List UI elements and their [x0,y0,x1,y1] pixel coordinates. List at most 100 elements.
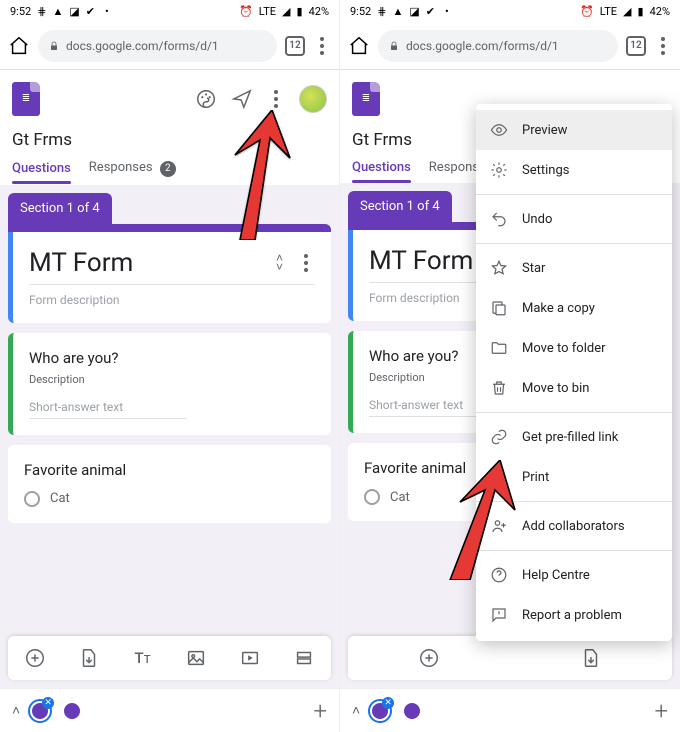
q2-title[interactable]: Favorite animal [24,461,315,479]
status-time: 9:52 [10,5,31,18]
left-screenshot: 9:52 ⋕ ▲ ◪ ✔ • ⏰ LTE ◢ ▮ 42% docs.google… [0,0,340,732]
video-icon[interactable] [239,647,261,669]
browser-menu-icon[interactable] [313,37,331,55]
menu-settings[interactable]: Settings [476,150,672,190]
question-toolbox [348,636,672,680]
network-label: LTE [259,5,276,18]
menu-move-folder[interactable]: Move to folder [476,328,672,368]
menu-copy[interactable]: Make a copy [476,288,672,328]
eye-icon [490,121,508,139]
menu-print[interactable]: Print [476,457,672,497]
open-tab-1[interactable]: ✕ [368,699,392,723]
gear-icon [490,161,508,179]
avatar[interactable] [299,85,327,113]
response-count-badge: 2 [160,161,176,177]
forms-header: ≣ Gt Frms Questions Responses 2 [0,70,339,185]
section-icon[interactable] [293,647,315,669]
close-tab-icon: ✕ [42,697,54,709]
tab-count[interactable]: 12 [285,36,305,56]
question-card-1[interactable]: Who are you? Description Short-answer te… [8,333,331,435]
tab-responses[interactable]: Responses 2 [89,160,176,185]
battery-icon: ▮ [297,5,303,18]
open-tab-1[interactable]: ✕ [28,699,52,723]
open-tab-2[interactable] [60,699,84,723]
form-title-input[interactable]: MT Form [29,248,276,278]
section-label[interactable]: Section 1 of 4 [8,193,112,224]
undo-icon [490,210,508,228]
menu-report[interactable]: Report a problem [476,595,672,635]
print-icon [490,468,508,486]
url-text: docs.google.com/forms/d/1 [66,39,219,53]
radio-icon [364,489,380,505]
tab-count[interactable]: 12 [626,36,646,56]
right-screenshot: 9:52 ⋕▲◪✔ • ⏰ LTE ◢▮ 42% docs.google.com… [340,0,680,732]
import-icon[interactable] [580,647,602,669]
alarm-icon: ⏰ [239,5,253,18]
tab-questions[interactable]: Questions [352,160,411,183]
battery-text: 42% [309,5,329,18]
q1-answer-placeholder: Short-answer text [29,400,186,419]
question-card-2[interactable]: Favorite animal Cat [8,445,331,523]
forms-logo-icon[interactable]: ≣ [352,82,380,116]
add-user-icon [490,517,508,535]
section-label[interactable]: Section 1 of 4 [348,191,452,222]
star-icon [490,259,508,277]
form-content: Section 1 of 4 MT Form ˄˅ Form descripti… [0,185,339,531]
url-box[interactable]: docs.google.com/forms/d/1 [378,30,618,62]
menu-prefilled[interactable]: Get pre-filled link [476,417,672,457]
menu-undo[interactable]: Undo [476,199,672,239]
import-icon[interactable] [78,647,100,669]
title-card[interactable]: MT Form ˄˅ Form description [8,232,331,323]
q1-title[interactable]: Who are you? [29,349,315,367]
browser-bar: docs.google.com/forms/d/1 12 [0,22,339,70]
signal-icon: ◢ [282,5,290,18]
radio-icon [24,491,40,507]
more-menu-icon[interactable] [267,90,285,108]
add-question-icon[interactable] [24,647,46,669]
collapse-icon[interactable]: ˄˅ [276,254,283,271]
browser-menu-icon[interactable] [654,37,672,55]
copy-icon [490,299,508,317]
form-desc-input[interactable]: Form description [29,293,315,307]
status-bar: 9:52 ⋕ ▲ ◪ ✔ • ⏰ LTE ◢ ▮ 42% [0,0,339,22]
open-tab-2[interactable] [400,699,424,723]
chevron-up-icon[interactable]: ˄ [12,702,20,719]
menu-star[interactable]: Star [476,248,672,288]
bin-icon [490,379,508,397]
bottom-tabbar: ˄ ✕ + [0,688,339,732]
notif-icon: ◪ [69,5,79,18]
image-icon[interactable] [185,647,207,669]
home-icon[interactable] [348,35,370,57]
feedback-icon [490,606,508,624]
overflow-menu: Preview Settings Undo Star Make a copy M… [476,104,672,641]
chevron-up-icon[interactable]: ˄ [352,702,360,719]
card-menu-icon[interactable] [297,254,315,272]
folder-icon [490,339,508,357]
send-icon[interactable] [231,88,253,110]
q1-desc[interactable]: Description [29,373,315,386]
home-icon[interactable] [8,35,30,57]
text-icon[interactable]: Tᴛ [132,647,154,669]
palette-icon[interactable] [195,88,217,110]
browser-bar: docs.google.com/forms/d/1 12 [340,22,680,70]
tab-questions[interactable]: Questions [12,161,71,184]
q2-option-1[interactable]: Cat [24,491,315,507]
question-toolbox: Tᴛ [8,636,331,680]
link-icon [490,428,508,446]
forms-logo-icon[interactable]: ≣ [12,82,40,116]
new-tab-button[interactable]: + [654,697,668,725]
menu-collab[interactable]: Add collaborators [476,506,672,546]
notif-icon: ⋕ [37,5,46,18]
url-box[interactable]: docs.google.com/forms/d/1 [38,30,277,62]
doc-title[interactable]: Gt Frms [12,130,327,150]
status-bar: 9:52 ⋕▲◪✔ • ⏰ LTE ◢▮ 42% [340,0,680,22]
add-question-icon[interactable] [418,647,440,669]
bottom-tabbar: ˄ ✕ + [340,688,680,732]
menu-help[interactable]: Help Centre [476,555,672,595]
new-tab-button[interactable]: + [313,697,327,725]
notif-icon: ✔ [86,5,95,18]
help-icon [490,566,508,584]
lock-icon [388,40,400,52]
menu-preview[interactable]: Preview [476,110,672,150]
menu-move-bin[interactable]: Move to bin [476,368,672,408]
